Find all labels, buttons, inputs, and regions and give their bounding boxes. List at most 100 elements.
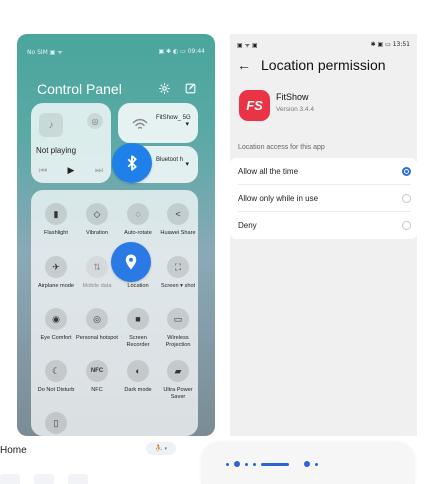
- page-indicator-panel: [201, 443, 415, 484]
- vibration-icon: ◇: [86, 203, 108, 225]
- tile-label: Screen Recorder: [126, 335, 150, 348]
- mobile-data-icon: ⇅: [86, 256, 108, 278]
- page-dot: [315, 462, 318, 466]
- rotate-icon: ◌: [127, 203, 149, 225]
- chevron-down-icon[interactable]: ▾: [185, 160, 189, 168]
- edit-icon[interactable]: [182, 80, 198, 96]
- nfc-icon: NFC: [86, 360, 108, 382]
- tile-screenshot[interactable]: ⛶ Screen ▾ shot: [157, 256, 199, 290]
- page-header: ← Location permission: [237, 56, 386, 74]
- permission-options: Allow all the time Allow only while in u…: [230, 158, 417, 239]
- wifi-icon: [130, 115, 150, 133]
- moon-icon: ☾: [45, 360, 67, 382]
- media-controls: ⏮ ▶ ⏭: [39, 163, 103, 177]
- share-icon: <: [167, 203, 189, 225]
- status-bar: ▣ ᯤ ▣ ✱ ▣ ▭ 13:51: [237, 41, 410, 50]
- status-right: ▣ ✱ ◐ ▭ 09:44: [158, 48, 205, 55]
- tile-wireless-projection[interactable]: ▭ Wireless Projection: [157, 308, 199, 348]
- play-icon[interactable]: ▶: [68, 165, 75, 176]
- option-deny[interactable]: Deny: [238, 212, 411, 239]
- status-left: ▣ ᯤ ▣: [237, 42, 258, 49]
- quick-settings-grid: ▮ Flashlight ◇ Vibration ◌ Auto-rotate <…: [31, 190, 198, 436]
- hotspot-icon: ◎: [86, 308, 108, 330]
- tile-battery[interactable]: ▯: [35, 412, 77, 436]
- flashlight-icon: ▮: [45, 203, 67, 225]
- tile-label: Dark mode: [124, 387, 152, 393]
- bluetooth-icon[interactable]: [112, 143, 152, 183]
- person-walk-icon: ⛹: [155, 446, 163, 452]
- home-card-row: [0, 474, 186, 484]
- tile-dark-mode[interactable]: ◐ Dark mode: [117, 360, 159, 394]
- dark-mode-icon: ◐: [127, 360, 149, 382]
- home-card[interactable]: [68, 474, 88, 484]
- tile-label: NFC: [91, 387, 103, 393]
- previous-track-icon[interactable]: ⏮: [39, 165, 47, 176]
- app-version: Version 3.4.4: [276, 106, 314, 113]
- gear-icon[interactable]: [156, 80, 172, 96]
- location-icon[interactable]: [111, 242, 151, 282]
- airplane-icon: ✈: [45, 256, 67, 278]
- tile-label: Do Not Disturb: [37, 387, 75, 393]
- radio-unselected[interactable]: [402, 221, 411, 230]
- tile-vibration[interactable]: ◇ Vibration: [76, 203, 118, 237]
- next-track-icon[interactable]: ⏭: [95, 165, 103, 176]
- home-card[interactable]: [0, 474, 20, 484]
- tile-label: Mobile data: [82, 283, 112, 289]
- wifi-tile[interactable]: FitShow_ 5G ▾: [118, 103, 198, 143]
- tile-label: Flashlight: [44, 230, 68, 236]
- media-player-card[interactable]: ♪ ◎ Not playing ⏮ ▶ ⏭: [31, 103, 111, 183]
- section-label: Location access for this app: [238, 144, 325, 151]
- option-label: Allow only while in use: [238, 193, 319, 203]
- home-card[interactable]: [34, 474, 54, 484]
- power-saver-icon: ▰: [167, 360, 189, 382]
- tile-auto-rotate[interactable]: ◌ Auto-rotate: [117, 203, 159, 237]
- tile-flashlight[interactable]: ▮ Flashlight: [35, 203, 77, 237]
- option-label: Allow all the time: [238, 166, 299, 176]
- location-permission-screen: ▣ ᯤ ▣ ✱ ▣ ▭ 13:51 ← Location permission …: [230, 34, 417, 436]
- tile-label: Personal hotspot: [76, 335, 118, 341]
- option-allow-all-time[interactable]: Allow all the time: [238, 158, 411, 185]
- page-dot: [226, 462, 229, 466]
- control-panel-title: Control Panel: [37, 81, 122, 97]
- status-right: ✱ ▣ ▭ 13:51: [370, 41, 410, 48]
- bluetooth-label: Bluetoot h: [156, 157, 184, 163]
- page-dot: [253, 462, 256, 466]
- status-bar: No SIM ▣ ᯤ ▣ ✱ ◐ ▭ 09:44: [27, 48, 205, 58]
- eye-icon: ◉: [45, 308, 67, 330]
- tile-airplane-mode[interactable]: ✈ Airplane mode: [35, 256, 77, 290]
- tile-eye-comfort[interactable]: ◉ Eye Comfort: [35, 308, 77, 342]
- chevron-down-icon: ▾: [164, 445, 167, 452]
- option-label: Deny: [238, 221, 257, 230]
- home-label: Home: [0, 445, 27, 456]
- page-title: Location permission: [261, 57, 386, 73]
- music-note-icon: ♪: [39, 113, 63, 137]
- tile-ultra-power-saver[interactable]: ▰ Ultra Power Saver: [157, 360, 199, 400]
- tile-screen-recorder[interactable]: ■ Screen Recorder: [117, 308, 159, 348]
- home-mode-pill[interactable]: ⛹ ▾: [146, 442, 176, 455]
- radio-selected[interactable]: [402, 166, 411, 176]
- recorder-icon: ■: [127, 308, 149, 330]
- screenshot-icon: ⛶: [167, 256, 189, 278]
- tile-label: Airplane mode: [37, 283, 75, 289]
- tile-label: Ultra Power Saver: [163, 387, 193, 400]
- option-allow-while-in-use[interactable]: Allow only while in use: [238, 185, 411, 212]
- tile-label: Auto-rotate: [124, 230, 152, 236]
- chevron-down-icon[interactable]: ▾: [185, 120, 189, 128]
- tile-huawei-share[interactable]: < Huawei Share: [157, 203, 199, 237]
- cast-icon[interactable]: ◎: [87, 113, 103, 129]
- radio-unselected[interactable]: [402, 193, 411, 203]
- back-arrow-icon[interactable]: ←: [237, 58, 251, 72]
- tile-nfc[interactable]: NFC NFC: [76, 360, 118, 394]
- tile-label: Wireless Projection: [165, 335, 191, 348]
- tile-personal-hotspot[interactable]: ◎ Personal hotspot: [76, 308, 118, 342]
- tile-label: Huawei Share: [160, 230, 196, 236]
- control-panel-screen: No SIM ▣ ᯤ ▣ ✱ ◐ ▭ 09:44 Control Panel ♪…: [17, 34, 215, 436]
- media-status: Not playing: [36, 146, 77, 155]
- page-dot: [245, 462, 248, 466]
- projection-icon: ▭: [167, 308, 189, 330]
- tile-do-not-disturb[interactable]: ☾ Do Not Disturb: [35, 360, 77, 394]
- status-left: No SIM ▣ ᯤ: [27, 49, 63, 56]
- tile-label: Screen ▾ shot: [160, 283, 196, 289]
- page-indicator: [226, 460, 318, 468]
- tile-label: Vibration: [86, 230, 108, 236]
